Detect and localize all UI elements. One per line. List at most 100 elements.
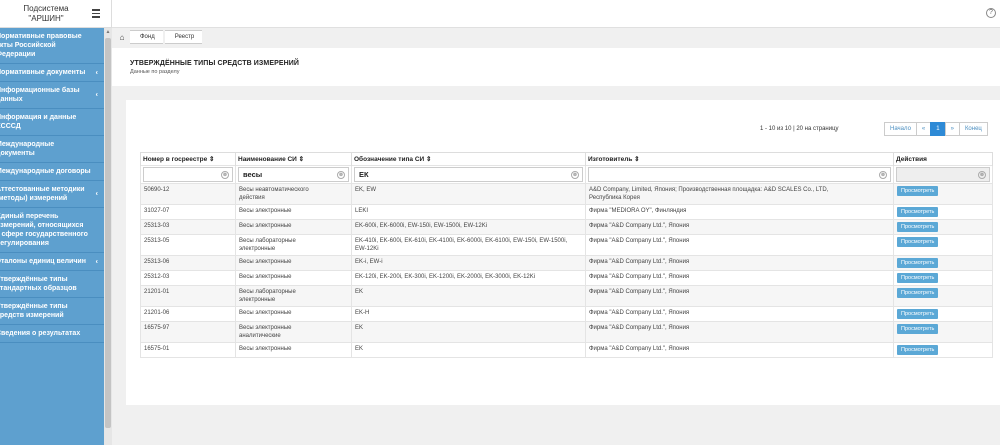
cell-type: LEKI xyxy=(351,204,586,220)
sidebar-item-9[interactable]: Утверждённые типы стандартных образцов xyxy=(0,271,104,298)
cell-name: Весы электронные xyxy=(235,306,352,322)
cell-actions: Просмотреть xyxy=(893,321,993,343)
cell-number[interactable]: 50690-12 xyxy=(140,183,236,205)
cell-number[interactable]: 25313-05 xyxy=(140,234,236,256)
sidebar-item-8[interactable]: Эталоны единиц величин ‹ xyxy=(0,253,104,271)
sidebar-item-6[interactable]: Аттестованные методики (методы) измерени… xyxy=(0,181,104,208)
chevron-left-icon: ‹ xyxy=(95,69,98,76)
view-button[interactable]: Просмотреть xyxy=(897,222,939,232)
pagination: Начало « 1 » Конец xyxy=(884,122,988,136)
breadcrumb-item-reestr[interactable]: Реестр xyxy=(164,30,203,44)
sidebar-scrollbar[interactable]: ▲ xyxy=(104,28,112,445)
sidebar-item-label: Нормативные документы xyxy=(0,69,86,76)
cell-actions: Просмотреть xyxy=(893,183,993,205)
sidebar-item-label: Нормативные правовые акты Российской Фед… xyxy=(0,33,82,58)
sidebar-item-5[interactable]: Международные договоры xyxy=(0,163,104,181)
filter-name-value: весы xyxy=(243,170,263,179)
cell-type: EK-H xyxy=(351,306,586,322)
registry-panel: 1 - 10 из 10 | 20 на страницу Начало « 1… xyxy=(126,100,1000,405)
menu-toggle-icon[interactable] xyxy=(92,7,104,19)
page-first-button[interactable]: Начало xyxy=(884,122,917,136)
sidebar-item-2[interactable]: Информационные базы данных ‹ xyxy=(0,82,104,109)
column-header-type[interactable]: Обозначение типа СИ ⇕ xyxy=(351,152,586,166)
chevron-left-icon: ‹ xyxy=(95,91,98,99)
cell-name: Весы электронные xyxy=(235,204,352,220)
view-button[interactable]: Просмотреть xyxy=(897,237,939,247)
cell-number[interactable]: 16575-97 xyxy=(140,321,236,343)
page-next-button[interactable]: » xyxy=(944,122,960,136)
column-header-name[interactable]: Наименование СИ ⇕ xyxy=(235,152,352,166)
home-icon[interactable]: ⌂ xyxy=(116,30,128,44)
cell-number[interactable]: 25313-03 xyxy=(140,219,236,235)
cell-type: EK-410i, EK-600i, EK-610i, EK-4100i, EK-… xyxy=(351,234,586,256)
cell-number[interactable]: 25312-03 xyxy=(140,270,236,286)
help-icon[interactable]: ? xyxy=(986,8,996,18)
table-row: 25313-06 Весы электронные EK-i, EW-i Фирма … xyxy=(140,255,993,271)
page-current-button[interactable]: 1 xyxy=(930,122,946,136)
table-row: 25313-03 Весы электронные EK-600i, EK-6000… xyxy=(140,219,993,235)
sidebar-item-label: Международные договоры xyxy=(0,168,91,175)
cell-number[interactable]: 16575-01 xyxy=(140,342,236,358)
table-row: 31027-07 Весы электронные LEKI Фирма "MEDIO… xyxy=(140,204,993,220)
clear-icon[interactable]: ⊗ xyxy=(571,171,579,179)
cell-actions: Просмотреть xyxy=(893,342,993,358)
clear-icon[interactable]: ⊗ xyxy=(221,171,229,179)
cell-name: Весы лабораторные электронные xyxy=(235,234,352,256)
column-header-number[interactable]: Номер в госреестре ⇕ xyxy=(140,152,236,166)
filter-manufacturer-input[interactable]: ⊗ xyxy=(588,167,891,182)
page-prev-button[interactable]: « xyxy=(915,122,932,136)
cell-name: Весы электронные xyxy=(235,255,352,271)
cell-manufacturer: Фирма "A&D Company Ltd.", Япония xyxy=(585,270,894,286)
view-button[interactable]: Просмотреть xyxy=(897,345,939,355)
sidebar-header: Подсистема "АРШИН" xyxy=(0,0,112,28)
table-row: 25313-05 Весы лабораторные электронные EK-… xyxy=(140,234,993,256)
view-button[interactable]: Просмотреть xyxy=(897,288,939,298)
view-button[interactable]: Просмотреть xyxy=(897,186,939,196)
sidebar-item-4[interactable]: Международные документы xyxy=(0,136,104,163)
page-title: УТВЕРЖДЁННЫЕ ТИПЫ СРЕДСТВ ИЗМЕРЕНИЙ xyxy=(130,60,300,67)
filter-number-input[interactable]: ⊗ xyxy=(143,167,233,182)
cell-manufacturer: Фирма "A&D Company Ltd.", Япония xyxy=(585,342,894,358)
view-button[interactable]: Просмотреть xyxy=(897,258,939,268)
cell-actions: Просмотреть xyxy=(893,285,993,307)
chevron-left-icon: ‹ xyxy=(95,190,98,198)
view-button[interactable]: Просмотреть xyxy=(897,324,939,334)
cell-name: Весы электронные xyxy=(235,342,352,358)
column-header-manufacturer[interactable]: Изготовитель ⇕ xyxy=(585,152,894,166)
cell-name: Весы электронные xyxy=(235,219,352,235)
filter-name-input[interactable]: весы ⊗ xyxy=(238,167,349,182)
filter-type-value: ЕК xyxy=(359,170,369,179)
cell-number[interactable]: 21201-01 xyxy=(140,285,236,307)
table-row: 50690-12 Весы неавтоматического действия E… xyxy=(140,183,993,205)
sidebar-item-7[interactable]: Единый перечень измерений, относящихся к… xyxy=(0,208,104,253)
sidebar-item-10[interactable]: Утверждённые типы средств измерений xyxy=(0,298,104,325)
breadcrumb-item-fond[interactable]: Фонд xyxy=(130,30,163,44)
cell-number[interactable]: 25313-06 xyxy=(140,255,236,271)
cell-actions: Просмотреть xyxy=(893,234,993,256)
view-button[interactable]: Просмотреть xyxy=(897,273,939,283)
cell-name: Весы электронные xyxy=(235,270,352,286)
filter-type-input[interactable]: ЕК ⊗ xyxy=(354,167,583,182)
sidebar-item-11[interactable]: Сведения о результатах xyxy=(0,325,104,343)
pagination-info: 1 - 10 из 10 | 20 на страницу xyxy=(760,126,839,132)
topbar: ? xyxy=(112,0,1000,28)
cell-manufacturer: Фирма "A&D Company Ltd.", Япония xyxy=(585,321,894,343)
sidebar-item-1[interactable]: Нормативные документы ‹ xyxy=(0,64,104,82)
scroll-up-icon[interactable]: ▲ xyxy=(105,29,111,35)
scroll-thumb[interactable] xyxy=(105,38,111,428)
cell-number[interactable]: 31027-07 xyxy=(140,204,236,220)
clear-icon[interactable]: ⊗ xyxy=(879,171,887,179)
page-last-button[interactable]: Конец xyxy=(958,122,988,136)
table-row: 25312-03 Весы электронные EK-120i, EK-200i… xyxy=(140,270,993,286)
sidebar-menu: Нормативные правовые акты Российской Фед… xyxy=(0,28,104,343)
cell-actions: Просмотреть xyxy=(893,306,993,322)
sidebar-item-3[interactable]: Информация и данные ЕСССД xyxy=(0,109,104,136)
table-row: 16575-01 Весы электронные EK Фирма "A&D Com… xyxy=(140,342,993,358)
view-button[interactable]: Просмотреть xyxy=(897,309,939,319)
clear-icon[interactable]: ⊗ xyxy=(337,171,345,179)
view-button[interactable]: Просмотреть xyxy=(897,207,939,217)
cell-type: EK xyxy=(351,285,586,307)
app-title: Подсистема "АРШИН" xyxy=(23,4,69,23)
sidebar-item-0[interactable]: Нормативные правовые акты Российской Фед… xyxy=(0,28,104,64)
cell-number[interactable]: 21201-06 xyxy=(140,306,236,322)
